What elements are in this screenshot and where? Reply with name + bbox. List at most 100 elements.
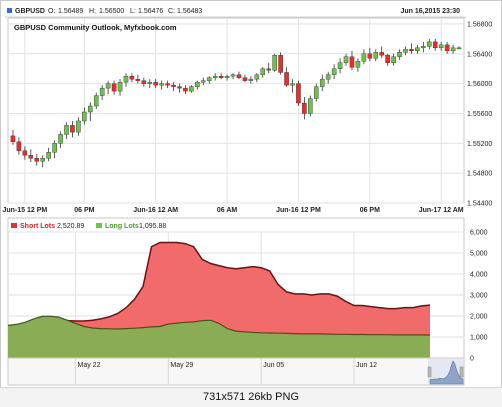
- ohlc-label-close: C:: [168, 8, 175, 15]
- navigator-handle-right[interactable]: [459, 366, 464, 378]
- ohlc-value-open: 1.56489: [58, 8, 83, 15]
- candle-body-up: [308, 98, 313, 114]
- candle-body-up: [361, 53, 367, 62]
- candle-y-axis: 1.56800 1.56400 1.56000 1.55600 1.55200 1.548…: [467, 21, 492, 207]
- candle-body-down: [16, 141, 22, 151]
- symbol-label: GBPUSD: [15, 8, 45, 15]
- candle-body-up: [337, 62, 343, 69]
- candle-body-down: [28, 155, 34, 159]
- candle-body-down: [379, 52, 384, 56]
- candle-body-up: [195, 81, 200, 87]
- candle-body-down: [129, 75, 135, 80]
- candle-body-up: [272, 55, 277, 71]
- candle-body-down: [171, 84, 176, 87]
- lots-y-tick-label: 6,000: [470, 230, 488, 237]
- candle-body-up: [230, 74, 236, 77]
- candle-body-down: [165, 83, 170, 86]
- candle-body-up: [159, 83, 164, 86]
- candle-y-tick-label: 1.54800: [467, 171, 492, 178]
- legend-short-value: 2,520.89: [57, 223, 84, 230]
- candle-body-up: [58, 134, 63, 144]
- candle-body-down: [444, 44, 450, 52]
- candle-body-up: [76, 120, 81, 133]
- candle-body-up: [373, 52, 379, 59]
- candle-body-up: [397, 52, 402, 57]
- candle-body-down: [22, 150, 28, 156]
- candle-body-down: [111, 83, 117, 92]
- series-color-swatch: [7, 8, 12, 13]
- candle-body-up: [123, 75, 129, 83]
- lots-y-tick-label: 3,000: [470, 293, 488, 300]
- candle-body-up: [427, 41, 432, 47]
- candle-y-tick-label: 1.56000: [467, 81, 492, 88]
- navigator-x-tick-label: May 29: [170, 362, 193, 369]
- candle-body-up: [206, 77, 212, 81]
- candle-body-down: [367, 53, 373, 59]
- ohlc-label-open: O:: [48, 8, 55, 15]
- navigator[interactable]: [7, 357, 465, 386]
- candle-x-tick-label: Jun-17 12 AM: [419, 207, 464, 214]
- candle-body-down: [296, 83, 301, 104]
- candle-x-tick-label: Jun-16 12 AM: [133, 207, 178, 214]
- candle-body-down: [385, 55, 390, 63]
- candle-body-up: [456, 47, 462, 50]
- candle-body-up: [355, 61, 361, 68]
- candle-x-tick-label: 06 PM: [74, 207, 94, 214]
- candle-body-up: [64, 125, 69, 135]
- candle-body-up: [201, 80, 206, 83]
- candle-body-down: [302, 102, 307, 114]
- ohlc-label-high: H:: [89, 8, 96, 15]
- navigator-x-tick-label: Jun 12: [356, 362, 377, 369]
- candle-body-down: [10, 135, 16, 143]
- candle-body-down: [242, 77, 248, 81]
- candle-body-down: [135, 78, 141, 81]
- image-footer: 731x571 26kb PNG: [0, 387, 502, 407]
- candle-body-down: [34, 158, 40, 162]
- candle-x-tick-label: Jun-15 12 PM: [2, 207, 47, 214]
- candle-body-down: [236, 74, 242, 78]
- navigator-handle-left[interactable]: [427, 366, 432, 378]
- candle-body-down: [266, 68, 271, 71]
- candle-y-tick-label: 1.55600: [467, 111, 492, 118]
- candle-body-down: [218, 75, 224, 78]
- candle-body-up: [325, 74, 331, 80]
- ohlc-label-low: L:: [130, 8, 136, 15]
- legend-short-name: Short Lots: [20, 223, 55, 230]
- candle-x-tick-label: Jun-16 12 PM: [276, 207, 321, 214]
- candle-body-up: [52, 143, 57, 153]
- candle-body-up: [224, 75, 230, 78]
- candle-body-up: [343, 56, 349, 63]
- chart-svg: GBPUSD O: 1.56489 H: 1.56500 L: 1.56476 …: [2, 8, 492, 386]
- candle-body-up: [290, 83, 295, 86]
- candle-body-up: [46, 152, 51, 159]
- legend-swatch-long: [96, 223, 102, 228]
- candle-chart-title: GBPUSD Community Outlook, Myfxbook.com: [14, 23, 177, 32]
- candle-body-down: [409, 49, 414, 52]
- candle-body-down: [284, 72, 289, 86]
- candle-x-tick-label: 06 AM: [217, 207, 238, 214]
- lots-y-tick-label: 4,000: [470, 272, 488, 279]
- candle-body-down: [153, 81, 158, 86]
- candle-body-up: [189, 86, 194, 92]
- legend-swatch-short: [11, 223, 17, 228]
- candle-body-up: [147, 81, 153, 84]
- lots-y-tick-label: 0: [470, 356, 474, 363]
- candle-body-up: [331, 68, 337, 75]
- candle-body-up: [88, 105, 93, 113]
- candle-y-tick-label: 1.56800: [467, 21, 492, 28]
- candle-x-tick-label: 06 PM: [360, 207, 380, 214]
- candle-body-down: [349, 56, 355, 68]
- candle-plot-area: [7, 17, 465, 204]
- candle-y-tick-label: 1.54400: [467, 201, 492, 208]
- candle-body-up: [415, 47, 420, 52]
- candle-body-up: [260, 68, 266, 75]
- candle-body-up: [40, 158, 45, 162]
- legend-long-value: 1,095.88: [139, 223, 166, 230]
- legend-long-name: Long Lots: [105, 223, 139, 230]
- candle-body-down: [141, 80, 147, 84]
- candle-y-tick-label: 1.56400: [467, 51, 492, 58]
- candle-body-up: [212, 75, 218, 78]
- lots-y-tick-label: 1,000: [470, 335, 488, 342]
- candle-x-axis: Jun-15 12 PM 06 PM Jun-16 12 AM 06 AM Jun-16…: [2, 207, 463, 214]
- header-datetime: Jun 16,2015 23:30: [400, 8, 460, 15]
